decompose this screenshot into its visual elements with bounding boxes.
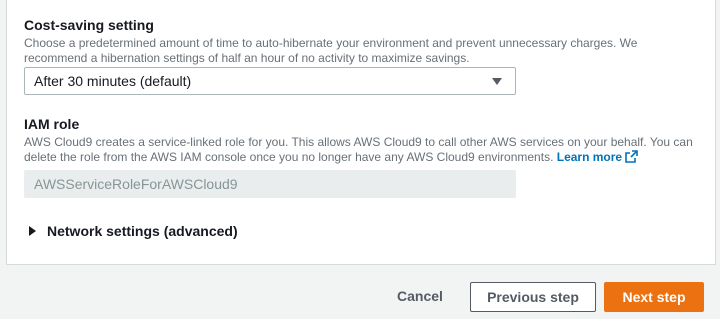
learn-more-label: Learn more <box>556 150 623 164</box>
external-link-icon <box>625 150 638 167</box>
cost-saving-label: Cost-saving setting <box>24 17 154 33</box>
cost-saving-select[interactable]: After 30 minutes (default) <box>24 67 516 95</box>
learn-more-link[interactable]: Learn more <box>557 150 638 164</box>
caret-down-icon <box>492 78 502 85</box>
network-settings-label: Network settings (advanced) <box>47 223 238 239</box>
cost-saving-selected-value: After 30 minutes (default) <box>34 73 192 89</box>
iam-role-name-field: AWSServiceRoleForAWSCloud9 <box>24 170 516 198</box>
iam-role-section: IAM role AWS Cloud9 creates a service-li… <box>24 115 704 167</box>
cancel-button[interactable]: Cancel <box>385 282 455 312</box>
network-settings-expander[interactable]: Network settings (advanced) <box>29 222 238 240</box>
cost-saving-description: Choose a predetermined amount of time to… <box>24 36 638 65</box>
iam-role-name-value: AWSServiceRoleForAWSCloud9 <box>34 176 238 192</box>
next-step-button[interactable]: Next step <box>604 282 704 312</box>
iam-role-label: IAM role <box>24 116 80 132</box>
previous-step-button[interactable]: Previous step <box>470 282 596 312</box>
settings-panel: Cost-saving setting Choose a predetermin… <box>6 0 716 265</box>
caret-right-icon <box>29 226 36 236</box>
iam-role-description: AWS Cloud9 creates a service-linked role… <box>24 135 704 167</box>
cost-saving-section: Cost-saving setting Choose a predetermin… <box>24 16 704 66</box>
